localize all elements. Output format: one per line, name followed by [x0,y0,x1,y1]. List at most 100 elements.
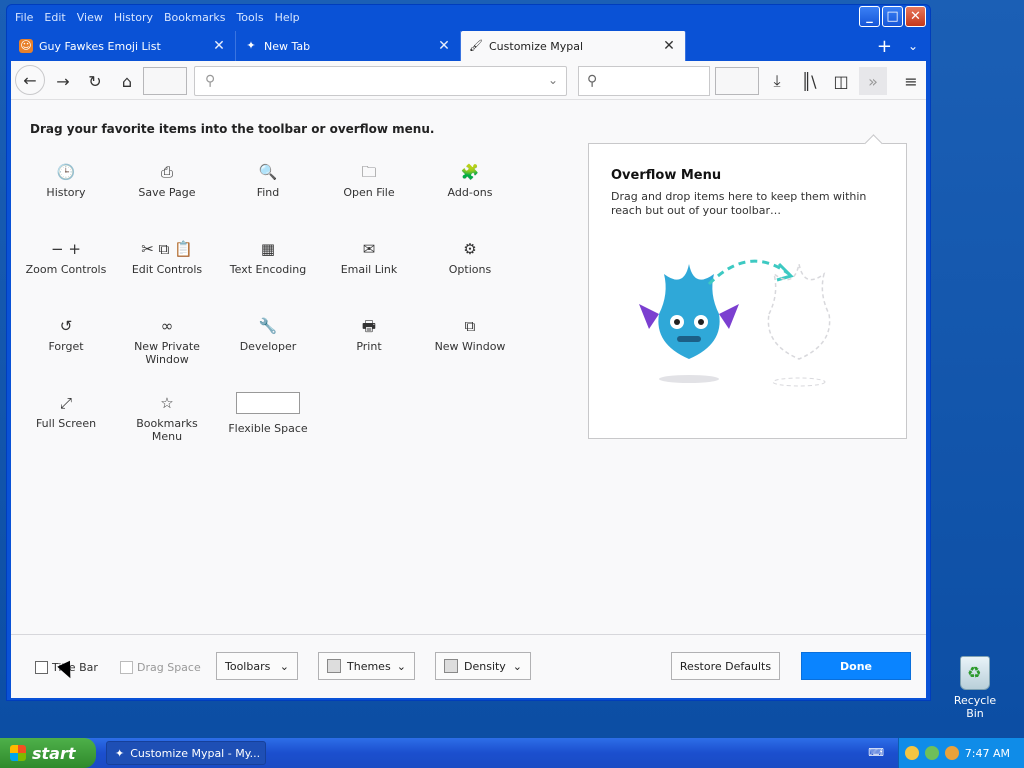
chevron-down-icon: ⌄ [396,659,406,673]
overflow-title: Overflow Menu [611,168,722,183]
navigation-toolbar: ← → ↻ ⌂ ⚲ ⌄ ⚲ ⤓ ║\ ◫ » ≡ [11,61,926,100]
tab-customize[interactable]: 🖌 Customize Mypal ✕ [461,31,686,61]
title-bar: File Edit View History Bookmarks Tools H… [11,5,926,31]
maximize-button[interactable]: □ [882,6,903,27]
customize-footer: Title Bar Drag Space Toolbars ⌄ Themes ⌄… [11,634,926,698]
edit-controls-icon: ✂ ⧉ 📋 [141,240,193,258]
system-tray: 7:47 AM [898,738,1024,768]
menu-bar: File Edit View History Bookmarks Tools H… [15,11,300,24]
forward-button[interactable]: → [49,67,77,95]
search-icon: ⚲ [587,73,598,89]
done-button[interactable]: Done [801,652,911,680]
tab-guy-fawkes[interactable]: ☺ Guy Fawkes Emoji List ✕ [11,31,236,61]
start-label: start [32,743,76,763]
gear-icon: ⚙ [463,240,477,258]
windows-flag-icon [10,745,26,761]
chevron-down-icon: ⌄ [279,659,289,673]
chevron-down-icon: ⌄ [512,659,522,673]
restore-defaults-button[interactable]: Restore Defaults [671,652,780,680]
checkbox-box [120,661,133,674]
forward-arrow-icon: → [56,71,70,91]
menu-tools[interactable]: Tools [236,11,263,24]
library-icon: ║\ [801,71,817,91]
reload-button[interactable]: ↻ [81,67,109,95]
palette-item-developer[interactable]: 🔧 Developer [221,315,315,353]
double-chevron-icon: » [868,71,878,91]
menu-view[interactable]: View [77,11,103,24]
menu-file[interactable]: File [15,11,33,24]
start-button[interactable]: start [0,738,96,768]
palette-item-new-window[interactable]: ⧉ New Window [423,315,517,353]
new-window-icon: ⧉ [464,317,476,335]
security-shield-icon[interactable] [904,746,919,760]
palette-item-bookmarks-menu[interactable]: ☆ Bookmarks Menu [120,392,214,443]
search-tray-icon[interactable] [944,746,959,760]
palette-item-full-screen[interactable]: ⤢ Full Screen [19,392,113,430]
palette-item-zoom-controls[interactable]: − + Zoom Controls [19,238,113,276]
mypal-icon: ✦ [115,746,125,760]
home-button[interactable]: ⌂ [113,67,141,95]
chevron-down-icon[interactable]: ⌄ [548,73,558,87]
close-tab-icon[interactable]: ✕ [211,38,227,54]
library-button[interactable]: ║\ [795,67,823,95]
url-bar[interactable]: ⚲ ⌄ [194,66,567,96]
keyboard-icon[interactable]: ⌨ [868,746,884,759]
downloads-button[interactable]: ⤓ [763,67,791,95]
checkbox-box[interactable] [35,661,48,674]
search-bar[interactable]: ⚲ [578,66,710,96]
palette-item-open-file[interactable]: 🗀 Open File [322,161,416,199]
open-file-icon: 🗀 [361,163,377,181]
density-icon [444,659,458,673]
download-icon: ⤓ [773,71,781,90]
menu-button[interactable]: ≡ [897,67,925,95]
density-label: Density [464,659,506,673]
palette-item-forget[interactable]: ↺ Forget [19,315,113,353]
palette-item-edit-controls[interactable]: ✂ ⧉ 📋 Edit Controls [120,238,214,276]
close-window-button[interactable]: ✕ [905,6,926,27]
tab-tools: + ⌄ [877,31,918,61]
palette-item-save-page[interactable]: ⎙ Save Page [120,161,214,199]
zoom-icon: − + [51,240,81,258]
back-button[interactable]: ← [15,65,45,95]
taskbar: start ✦ Customize Mypal - My... ⌨ 7:47 A… [0,738,1024,768]
palette-item-options[interactable]: ⚙ Options [423,238,517,276]
menu-history[interactable]: History [114,11,153,24]
taskbar-item-mypal[interactable]: ✦ Customize Mypal - My... [106,741,266,765]
recycle-bin-icon [960,656,990,690]
forget-icon: ↺ [59,317,73,335]
palette-item-flexible-space[interactable]: Flexible Space [221,392,315,435]
hamburger-icon: ≡ [904,71,918,91]
palette-title: Drag your favorite items into the toolba… [30,122,435,136]
palette-item-new-private-window[interactable]: ∞ New Private Window [120,315,214,366]
recycle-bin[interactable]: Recycle Bin [944,656,1006,720]
toolbar-spacer [715,67,759,95]
toolbars-dropdown[interactable]: Toolbars ⌄ [216,652,298,680]
minimize-button[interactable]: _ [859,6,880,27]
palette-item-history[interactable]: 🕒 History [19,161,113,199]
palette-item-text-encoding[interactable]: ▦ Text Encoding [221,238,315,276]
overflow-description: Drag and drop items here to keep them wi… [611,190,867,217]
themes-label: Themes [347,659,391,673]
palette-item-email-link[interactable]: ✉ Email Link [322,238,416,276]
new-tab-button[interactable]: + [877,36,892,57]
network-icon[interactable] [924,746,939,760]
search-icon: ⚲ [205,73,216,89]
palette-item-print[interactable]: 🖶 Print [322,315,416,353]
list-all-tabs-icon[interactable]: ⌄ [908,39,918,53]
sidebar-button[interactable]: ◫ [827,67,855,95]
overflow-button[interactable]: » [859,67,887,95]
menu-help[interactable]: Help [275,11,300,24]
taskbar-item-label: Customize Mypal - My... [130,746,261,760]
save-page-icon: ⎙ [160,163,173,181]
wrench-icon: 🔧 [258,317,278,335]
palette-item-add-ons[interactable]: 🧩 Add-ons [423,161,517,199]
palette-item-find[interactable]: 🔍 Find [221,161,315,199]
themes-dropdown[interactable]: Themes ⌄ [318,652,415,680]
tab-new-tab[interactable]: ✦ New Tab ✕ [236,31,461,61]
menu-edit[interactable]: Edit [44,11,65,24]
menu-bookmarks[interactable]: Bookmarks [164,11,225,24]
close-tab-icon[interactable]: ✕ [436,38,452,54]
close-tab-icon[interactable]: ✕ [661,38,677,54]
toolbar-spacer [143,67,187,95]
density-dropdown[interactable]: Density ⌄ [435,652,531,680]
